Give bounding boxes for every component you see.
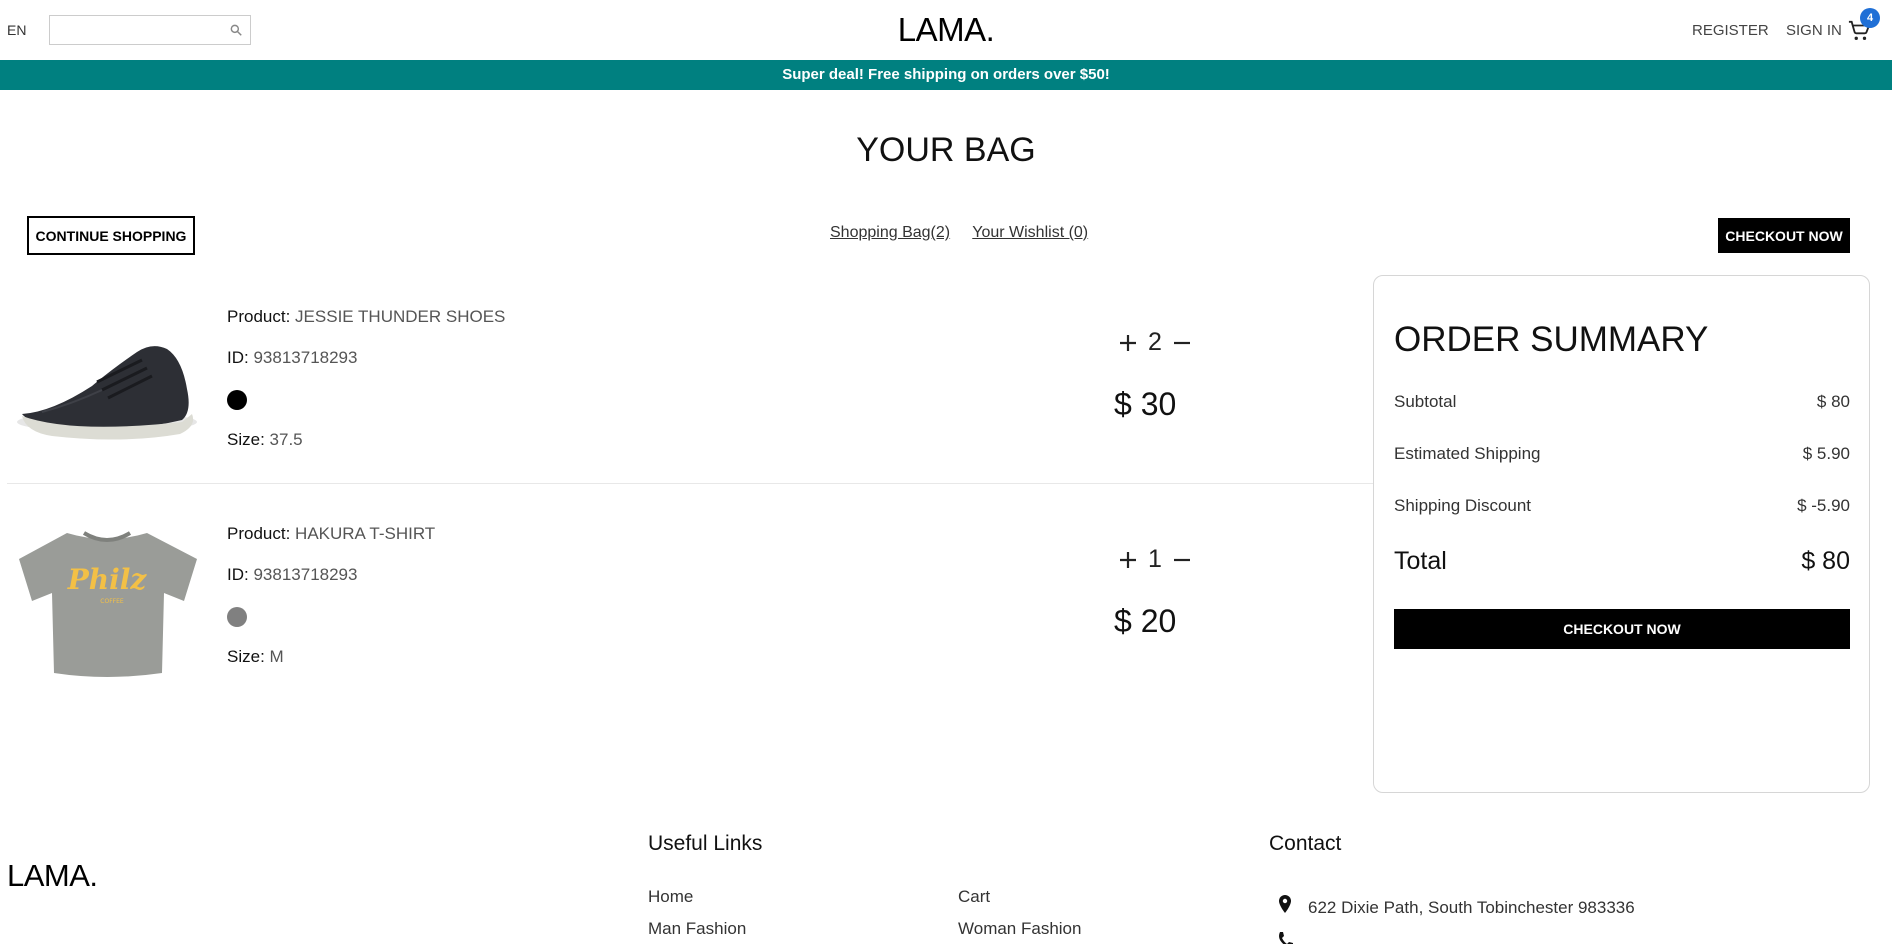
summary-label: Estimated Shipping bbox=[1394, 444, 1541, 463]
summary-label: Subtotal bbox=[1394, 392, 1457, 411]
register-link[interactable]: REGISTER bbox=[1692, 22, 1769, 39]
quantity-stepper: 1 bbox=[1112, 545, 1198, 574]
color-swatch bbox=[227, 607, 247, 627]
product-image-tshirt: Philz COFFEE bbox=[19, 531, 197, 677]
order-summary: ORDER SUMMARY Subtotal $ 80 Estimated Sh… bbox=[1373, 275, 1870, 793]
product-id: 93813718293 bbox=[253, 565, 358, 584]
wishlist-link[interactable]: Your Wishlist (0) bbox=[972, 224, 1088, 241]
quantity-value: 1 bbox=[1148, 545, 1162, 573]
size-label: Size: bbox=[227, 430, 265, 449]
product-name: JESSIE THUNDER SHOES bbox=[295, 307, 506, 326]
total-value: $ 80 bbox=[1801, 547, 1850, 575]
cart-count-badge: 4 bbox=[1860, 8, 1880, 28]
search-input[interactable] bbox=[50, 16, 220, 44]
signin-link[interactable]: SIGN IN bbox=[1786, 22, 1842, 39]
summary-value: $ 80 bbox=[1816, 392, 1850, 411]
summary-value: $ -5.90 bbox=[1797, 496, 1850, 515]
quantity-stepper: 2 bbox=[1112, 328, 1198, 357]
language-selector[interactable]: EN bbox=[7, 22, 26, 38]
summary-row-total: Total $ 80 bbox=[1394, 547, 1850, 576]
checkout-now-button[interactable]: CHECKOUT NOW bbox=[1394, 609, 1850, 649]
page-title: YOUR BAG bbox=[856, 131, 1036, 169]
product-details: Product: JESSIE THUNDER SHOES ID: 938137… bbox=[227, 306, 505, 470]
cart-item: Philz COFFEE Product: HAKURA T-SHIRT ID:… bbox=[0, 487, 1370, 701]
item-divider bbox=[7, 483, 1373, 484]
cart-item: Product: JESSIE THUNDER SHOES ID: 938137… bbox=[0, 270, 1370, 484]
product-id: 93813718293 bbox=[253, 348, 358, 367]
minus-icon[interactable] bbox=[1172, 333, 1192, 353]
summary-row-discount: Shipping Discount $ -5.90 bbox=[1394, 496, 1850, 516]
navbar: EN LAMA. REGISTER SIGN IN 4 bbox=[0, 0, 1892, 60]
svg-text:COFFEE: COFFEE bbox=[100, 598, 124, 605]
summary-label: Shipping Discount bbox=[1394, 496, 1532, 515]
product-size: 37.5 bbox=[269, 430, 303, 449]
footer-link-woman-fashion[interactable]: Woman Fashion bbox=[958, 919, 1081, 939]
brand-logo: LAMA. bbox=[897, 11, 995, 48]
color-swatch bbox=[227, 390, 247, 410]
id-label: ID: bbox=[227, 348, 249, 367]
product-name: HAKURA T-SHIRT bbox=[295, 524, 436, 543]
location-pin-icon bbox=[1279, 895, 1291, 913]
summary-row-subtotal: Subtotal $ 80 bbox=[1394, 392, 1850, 412]
footer-logo: LAMA. bbox=[7, 858, 98, 893]
contact-address: 622 Dixie Path, South Tobinchester 98333… bbox=[1308, 898, 1635, 917]
summary-value: $ 5.90 bbox=[1802, 444, 1850, 463]
id-label: ID: bbox=[227, 565, 249, 584]
product-label: Product: bbox=[227, 307, 291, 326]
product-price: $ 30 bbox=[1114, 386, 1177, 422]
search-icon[interactable] bbox=[229, 23, 243, 37]
footer-link-home[interactable]: Home bbox=[648, 887, 693, 907]
product-size: M bbox=[269, 647, 284, 666]
total-label: Total bbox=[1394, 547, 1447, 575]
product-image-shoe bbox=[17, 346, 197, 440]
bag-tabs: Shopping Bag(2) Your Wishlist (0) bbox=[830, 224, 1106, 242]
continue-shopping-button[interactable]: CONTINUE SHOPPING bbox=[27, 216, 195, 255]
product-label: Product: bbox=[227, 524, 291, 543]
minus-icon[interactable] bbox=[1172, 550, 1192, 570]
checkout-now-top-button[interactable]: CHECKOUT NOW bbox=[1718, 218, 1850, 253]
announcement-bar: Super deal! Free shipping on orders over… bbox=[0, 60, 1892, 90]
order-summary-title: ORDER SUMMARY bbox=[1394, 320, 1709, 359]
quantity-value: 2 bbox=[1148, 328, 1162, 356]
shopping-bag-link[interactable]: Shopping Bag(2) bbox=[830, 224, 950, 241]
useful-links-title: Useful Links bbox=[648, 832, 763, 855]
product-price: $ 20 bbox=[1114, 603, 1177, 639]
search-box[interactable] bbox=[49, 15, 251, 45]
size-label: Size: bbox=[227, 647, 265, 666]
phone-icon bbox=[1279, 932, 1293, 944]
summary-row-shipping: Estimated Shipping $ 5.90 bbox=[1394, 444, 1850, 464]
plus-icon[interactable] bbox=[1118, 333, 1138, 353]
svg-text:Philz: Philz bbox=[67, 563, 148, 596]
product-details: Product: HAKURA T-SHIRT ID: 93813718293 … bbox=[227, 523, 435, 687]
contact-title: Contact bbox=[1269, 832, 1342, 855]
plus-icon[interactable] bbox=[1118, 550, 1138, 570]
footer-link-man-fashion[interactable]: Man Fashion bbox=[648, 919, 746, 939]
footer-link-cart[interactable]: Cart bbox=[958, 887, 990, 907]
